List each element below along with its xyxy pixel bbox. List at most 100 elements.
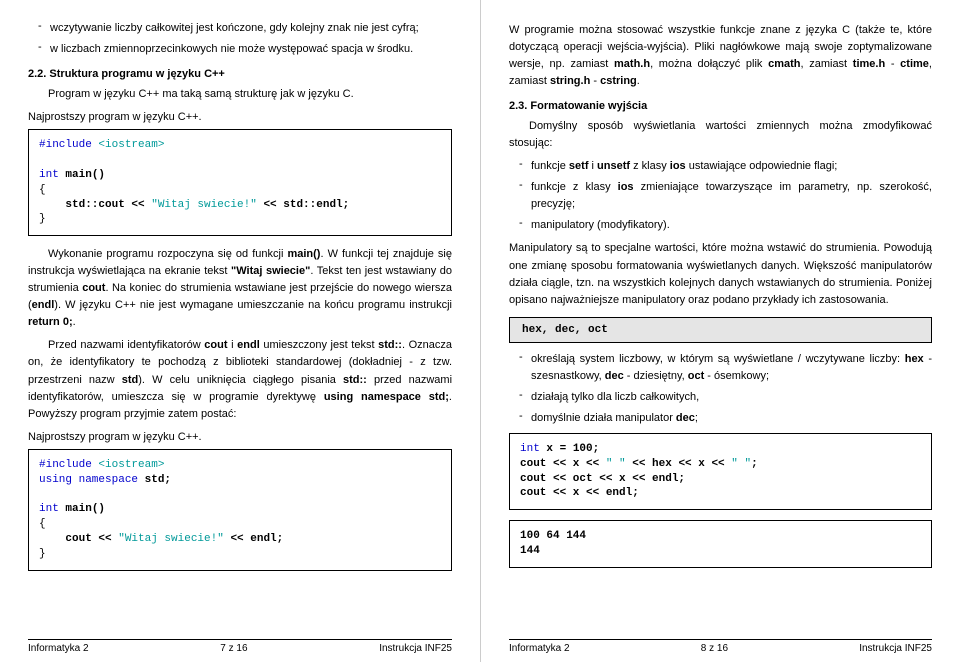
text: ustawiające odpowiednie flagi;: [686, 160, 838, 172]
code-text: 100 64 144: [520, 530, 586, 542]
page-left: - wczytywanie liczby całkowitej jest koń…: [0, 0, 480, 662]
code-string: <iostream>: [98, 139, 164, 151]
bullet-text: domyślnie działa manipulator dec;: [531, 410, 932, 427]
output-block: 100 64 144 144: [509, 520, 932, 568]
paragraph: Program w języku C++ ma taką samą strukt…: [48, 86, 452, 103]
section-heading: 2.3. Formatowanie wyjścia: [509, 100, 932, 112]
dash-icon: -: [38, 20, 50, 37]
dash-icon: -: [38, 41, 50, 58]
manipulator-box: hex, dec, oct: [509, 317, 932, 343]
code-text: cout << x <<: [520, 458, 606, 470]
text: i: [588, 160, 597, 172]
code-keyword: int: [520, 443, 540, 455]
page-right: W programie można stosować wszystkie fun…: [480, 0, 960, 662]
bullet-text: funkcje setf i unsetf z klasy ios ustawi…: [531, 158, 932, 175]
code-text: cout << oct << x << endl;: [520, 473, 685, 485]
heading-number: 2.3.: [509, 100, 527, 112]
paragraph: Manipulatory są to specjalne wartości, k…: [509, 240, 932, 308]
code-caption: Najprostszy program w języku C++.: [28, 111, 452, 123]
code-keyword: #include: [39, 139, 92, 151]
code-text: << hex << x <<: [626, 458, 732, 470]
footer-center: 8 z 16: [701, 643, 728, 654]
paragraph: Domyślny sposób wyświetlania wartości zm…: [509, 118, 932, 152]
bullet-item: - w liczbach zmiennoprzecinkowych nie mo…: [38, 41, 452, 58]
code-caption: Najprostszy program w języku C++.: [28, 431, 452, 443]
text: ). W języku C++ nie jest wymagane umiesz…: [54, 299, 452, 311]
bullet-item: - domyślnie działa manipulator dec;: [519, 410, 932, 427]
text: .: [637, 75, 640, 87]
text: -: [590, 75, 600, 87]
bold-text: main(): [287, 248, 320, 260]
bold-text: dec: [676, 412, 695, 424]
bold-text: cstring: [600, 75, 637, 87]
bold-text: cout: [82, 282, 105, 294]
code-text: }: [39, 213, 46, 225]
text: -: [885, 58, 900, 70]
bold-text: return 0;: [28, 316, 73, 328]
text: ). W celu uniknięcia ciągłego pisania: [138, 374, 343, 386]
paragraph: Przed nazwami identyfikatorów cout i end…: [28, 337, 452, 422]
text: - ósemkowy;: [704, 370, 769, 382]
text: Przed nazwami identyfikatorów: [48, 339, 204, 351]
dash-icon: -: [519, 410, 531, 427]
code-keyword: int: [39, 169, 59, 181]
code-keyword: #include: [39, 459, 92, 471]
code-text: 144: [520, 545, 540, 557]
bold-text: math.h: [614, 58, 650, 70]
text: , zamiast: [801, 58, 853, 70]
bold-text: setf: [569, 160, 589, 172]
dash-icon: -: [519, 217, 531, 234]
footer-right: Instrukcja INF25: [859, 643, 932, 654]
text: , można dołączyć plik: [650, 58, 768, 70]
bullet-text: funkcje z klasy ios zmieniające towarzys…: [531, 179, 932, 213]
bold-text: "Witaj swiecie": [231, 265, 310, 277]
bullet-text: wczytywanie liczby całkowitej jest kończ…: [50, 20, 452, 37]
code-text: x = 100;: [540, 443, 599, 455]
text: Wykonanie programu rozpoczyna się od fun…: [48, 248, 287, 260]
footer-right: Instrukcja INF25: [379, 643, 452, 654]
bold-text: ios: [618, 181, 634, 193]
code-text: std;: [138, 474, 171, 486]
text: domyślnie działa manipulator: [531, 412, 676, 424]
dash-icon: -: [519, 389, 531, 406]
text: umieszczony jest tekst: [260, 339, 378, 351]
bold-text: hex: [905, 353, 924, 365]
dash-icon: -: [519, 351, 531, 385]
code-text: main(): [59, 503, 105, 515]
bullet-item: - wczytywanie liczby całkowitej jest koń…: [38, 20, 452, 37]
text: .: [73, 316, 76, 328]
code-keyword: int: [39, 503, 59, 515]
bullet-item: - funkcje setf i unsetf z klasy ios usta…: [519, 158, 932, 175]
bullet-item: - manipulatory (modyfikatory).: [519, 217, 932, 234]
bullet-item: - funkcje z klasy ios zmieniające towarz…: [519, 179, 932, 213]
page-footer: Informatyka 2 8 z 16 Instrukcja INF25: [509, 639, 932, 654]
code-string: " ": [731, 458, 751, 470]
code-string: " ": [606, 458, 626, 470]
code-text: << std::endl;: [257, 199, 349, 211]
footer-left: Informatyka 2: [28, 643, 89, 654]
bullet-text: działają tylko dla liczb całkowitych,: [531, 389, 932, 406]
bold-text: dec: [605, 370, 624, 382]
code-keyword: using namespace: [39, 474, 138, 486]
code-string: "Witaj swiecie!": [118, 533, 224, 545]
text: i: [228, 339, 238, 351]
code-text: }: [39, 548, 46, 560]
bold-text: string.h: [550, 75, 590, 87]
bullet-text: manipulatory (modyfikatory).: [531, 217, 932, 234]
bold-text: cout: [204, 339, 227, 351]
code-string: "Witaj swiecie!": [151, 199, 257, 211]
bold-text: unsetf: [597, 160, 630, 172]
bold-text: std: [122, 374, 139, 386]
code-block: #include <iostream> using namespace std;…: [28, 449, 452, 571]
code-text: cout <<: [39, 533, 118, 545]
code-text: {: [39, 184, 46, 196]
code-text: std::cout <<: [39, 199, 151, 211]
code-text: {: [39, 518, 46, 530]
page-spread: - wczytywanie liczby całkowitej jest koń…: [0, 0, 960, 662]
footer-center: 7 z 16: [220, 643, 247, 654]
bold-text: cmath: [768, 58, 800, 70]
bullet-text: określają system liczbowy, w którym są w…: [531, 351, 932, 385]
text: - dziesiętny,: [624, 370, 688, 382]
bold-text: time.h: [853, 58, 885, 70]
text: określają system liczbowy, w którym są w…: [531, 353, 905, 365]
